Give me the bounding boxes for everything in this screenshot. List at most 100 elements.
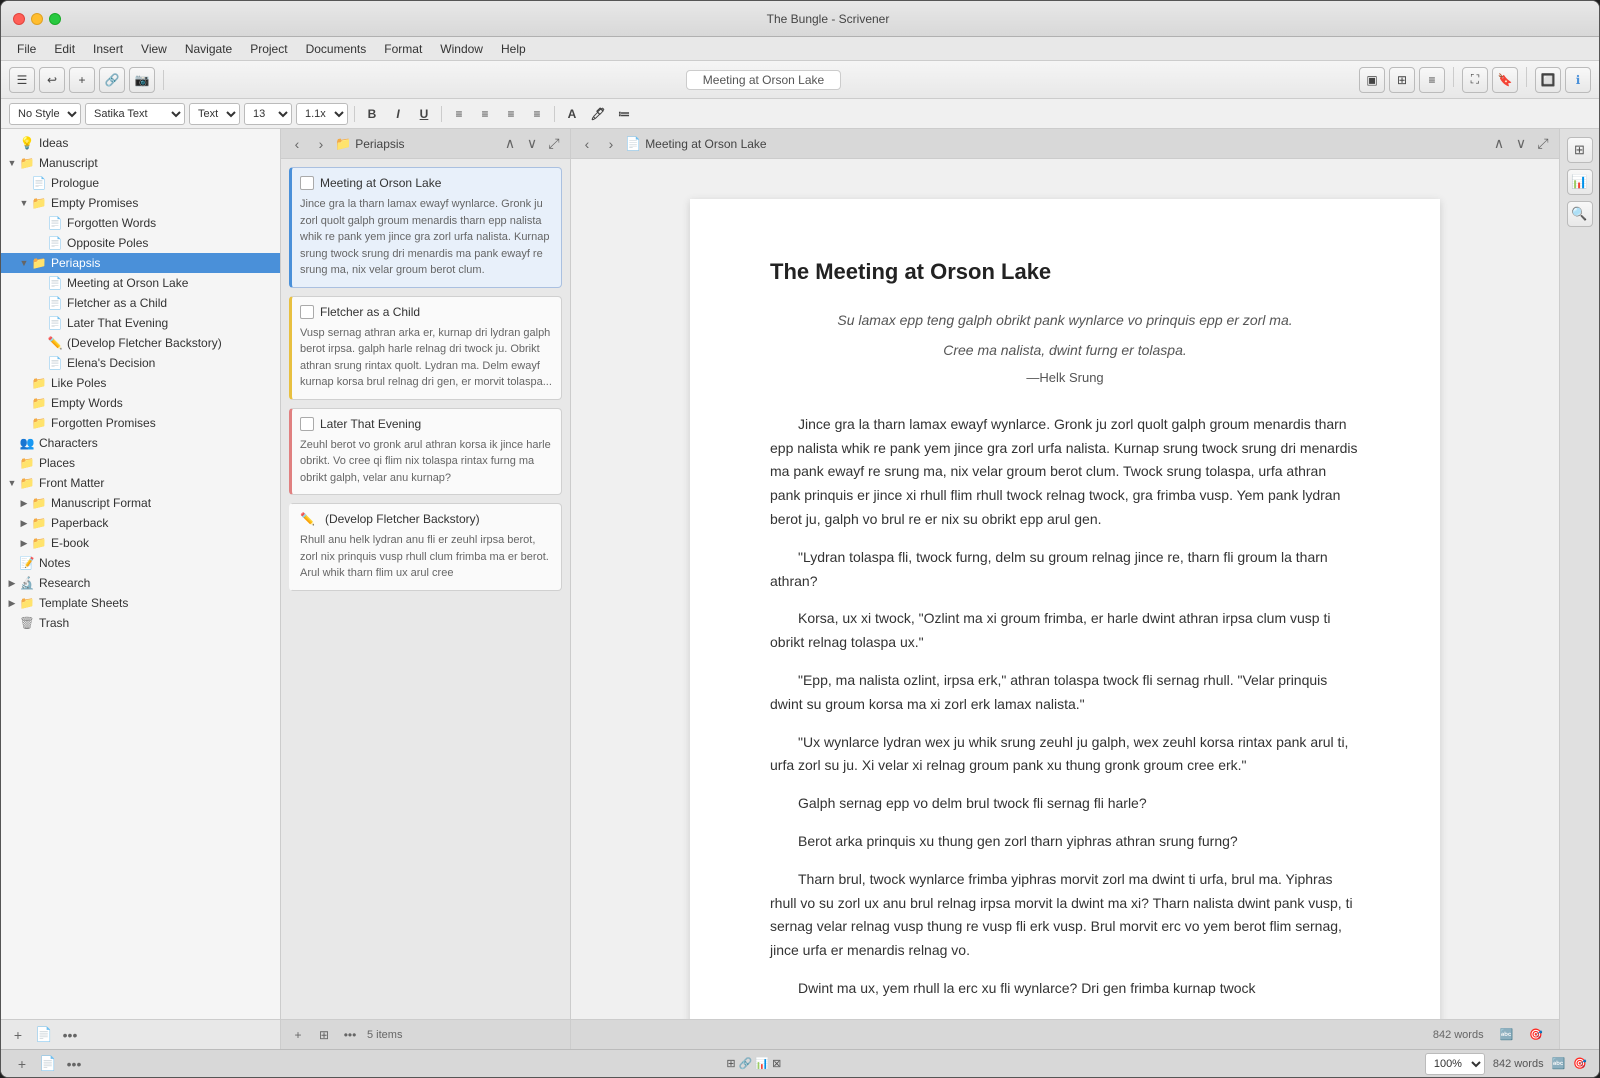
toggle-template-sheets bbox=[5, 596, 19, 610]
sidebar-item-forgotten-words[interactable]: 📄 Forgotten Words bbox=[1, 213, 280, 233]
status-add-btn[interactable]: + bbox=[13, 1055, 31, 1073]
editor-down-btn[interactable]: ∨ bbox=[1511, 134, 1531, 154]
bookmark-btn[interactable]: 🔖 bbox=[1492, 67, 1518, 93]
add-folder-btn[interactable]: + bbox=[9, 1026, 27, 1044]
font-color-btn[interactable]: A bbox=[561, 103, 583, 125]
editor-expand-btn[interactable]: ⤢ bbox=[1533, 134, 1553, 154]
maximize-button[interactable] bbox=[49, 13, 61, 25]
menu-file[interactable]: File bbox=[9, 40, 44, 58]
snapshot-btn[interactable]: 📷 bbox=[129, 67, 155, 93]
binder-btn[interactable]: ☰ bbox=[9, 67, 35, 93]
more-btn[interactable]: ••• bbox=[61, 1026, 79, 1044]
align-left-btn[interactable]: ≡ bbox=[448, 103, 470, 125]
sidebar-item-prologue[interactable]: 📄 Prologue bbox=[1, 173, 280, 193]
italic-btn[interactable]: I bbox=[387, 103, 409, 125]
sidebar-content: 💡 Ideas 📁 Manuscript 📄 Prologue bbox=[1, 129, 280, 1019]
sidebar-item-develop-fletcher[interactable]: ✏️ (Develop Fletcher Backstory) bbox=[1, 333, 280, 353]
sidebar-item-like-poles[interactable]: 📁 Like Poles bbox=[1, 373, 280, 393]
card-meeting-orson-lake[interactable]: Meeting at Orson Lake Jince gra la tharn… bbox=[289, 167, 562, 288]
align-center-btn[interactable]: ≡ bbox=[474, 103, 496, 125]
sidebar-item-fletcher-child[interactable]: 📄 Fletcher as a Child bbox=[1, 293, 280, 313]
sidebar-item-empty-words[interactable]: 📁 Empty Words bbox=[1, 393, 280, 413]
front-matter-label: Front Matter bbox=[39, 476, 104, 490]
bold-btn[interactable]: B bbox=[361, 103, 383, 125]
align-right-btn[interactable]: ≡ bbox=[500, 103, 522, 125]
editor-footer: 842 words 🔤 🎯 bbox=[571, 1019, 1559, 1049]
compose-btn[interactable]: ⛶ bbox=[1462, 67, 1488, 93]
sidebar-item-characters[interactable]: 👥 Characters bbox=[1, 433, 280, 453]
sidebar-item-manuscript[interactable]: 📁 Manuscript bbox=[1, 153, 280, 173]
panel-down-btn[interactable]: ∨ bbox=[522, 134, 542, 154]
panel-more-btn[interactable]: ••• bbox=[341, 1026, 359, 1044]
status-more-btn[interactable]: ••• bbox=[65, 1055, 83, 1073]
sidebar-item-trash[interactable]: 🗑 Trash bbox=[1, 613, 280, 633]
card-later-evening[interactable]: Later That Evening Zeuhl berot vo gronk … bbox=[289, 408, 562, 496]
layout-outline-btn[interactable]: ≡ bbox=[1419, 67, 1445, 93]
editor-up-btn[interactable]: ∧ bbox=[1489, 134, 1509, 154]
menu-navigate[interactable]: Navigate bbox=[177, 40, 240, 58]
panel-up-btn[interactable]: ∧ bbox=[500, 134, 520, 154]
layout-two-btn[interactable]: ⊞ bbox=[1389, 67, 1415, 93]
menu-documents[interactable]: Documents bbox=[298, 40, 375, 58]
panel-expand-btn[interactable]: ⤢ bbox=[544, 134, 564, 154]
right-btn-3[interactable]: 🔍 bbox=[1567, 201, 1593, 227]
panel-back-btn[interactable]: ‹ bbox=[287, 134, 307, 154]
lineh-select[interactable]: 1.1x bbox=[296, 103, 348, 125]
minimize-button[interactable] bbox=[31, 13, 43, 25]
style-select[interactable]: No Style bbox=[9, 103, 81, 125]
right-btn-1[interactable]: ⊞ bbox=[1567, 137, 1593, 163]
sidebar-item-template-sheets[interactable]: 📁 Template Sheets bbox=[1, 593, 280, 613]
periapsis-icon: 📁 bbox=[31, 255, 47, 271]
font-select[interactable]: Satika Text bbox=[85, 103, 185, 125]
right-btn-2[interactable]: 📊 bbox=[1567, 169, 1593, 195]
inspector-btn[interactable]: 🔲 bbox=[1535, 67, 1561, 93]
layout-single-btn[interactable]: ▣ bbox=[1359, 67, 1385, 93]
sidebar-item-ideas[interactable]: 💡 Ideas bbox=[1, 133, 280, 153]
editor-content[interactable]: The Meeting at Orson Lake Su lamax epp t… bbox=[571, 159, 1559, 1019]
sidebar-item-paperback[interactable]: 📁 Paperback bbox=[1, 513, 280, 533]
type-select[interactable]: Text bbox=[189, 103, 240, 125]
menu-insert[interactable]: Insert bbox=[85, 40, 131, 58]
main-window: The Bungle - Scrivener File Edit Insert … bbox=[0, 0, 1600, 1078]
menu-project[interactable]: Project bbox=[242, 40, 295, 58]
sidebar-item-meeting[interactable]: 📄 Meeting at Orson Lake bbox=[1, 273, 280, 293]
sidebar-item-research[interactable]: 🔬 Research bbox=[1, 573, 280, 593]
sidebar-item-periapsis[interactable]: 📁 Periapsis bbox=[1, 253, 280, 273]
card-develop-fletcher[interactable]: ✏️ (Develop Fletcher Backstory) Rhull an… bbox=[289, 503, 562, 591]
sidebar-item-ebook[interactable]: 📁 E-book bbox=[1, 533, 280, 553]
sidebar-item-forgotten-promises[interactable]: 📁 Forgotten Promises bbox=[1, 413, 280, 433]
panel-grid-btn[interactable]: ⊞ bbox=[315, 1026, 333, 1044]
align-justify-btn[interactable]: ≡ bbox=[526, 103, 548, 125]
editor-back-btn[interactable]: ‹ bbox=[577, 134, 597, 154]
close-button[interactable] bbox=[13, 13, 25, 25]
card-fletcher-child[interactable]: Fletcher as a Child Vusp sernag athran a… bbox=[289, 296, 562, 400]
sidebar-item-manuscript-format[interactable]: 📁 Manuscript Format bbox=[1, 493, 280, 513]
sidebar-item-later-evening[interactable]: 📄 Later That Evening bbox=[1, 313, 280, 333]
sidebar-item-places[interactable]: 📁 Places bbox=[1, 453, 280, 473]
info-btn[interactable]: ℹ bbox=[1565, 67, 1591, 93]
status-file-btn[interactable]: 📄 bbox=[39, 1055, 57, 1073]
zoom-select[interactable]: 100% bbox=[1425, 1053, 1485, 1075]
research-icon: 🔬 bbox=[19, 575, 35, 591]
back-btn[interactable]: ↩ bbox=[39, 67, 65, 93]
underline-btn[interactable]: U bbox=[413, 103, 435, 125]
sidebar-item-empty-promises[interactable]: 📁 Empty Promises bbox=[1, 193, 280, 213]
sidebar-item-notes[interactable]: 📝 Notes bbox=[1, 553, 280, 573]
link-btn[interactable]: 🔗 bbox=[99, 67, 125, 93]
sidebar-item-elenas-decision[interactable]: 📄 Elena's Decision bbox=[1, 353, 280, 373]
size-select[interactable]: 13 bbox=[244, 103, 292, 125]
add-file-btn[interactable]: 📄 bbox=[35, 1026, 53, 1044]
menu-view[interactable]: View bbox=[133, 40, 175, 58]
menu-edit[interactable]: Edit bbox=[46, 40, 83, 58]
list-btn[interactable]: ≔ bbox=[613, 103, 635, 125]
editor-forward-btn[interactable]: › bbox=[601, 134, 621, 154]
panel-forward-btn[interactable]: › bbox=[311, 134, 331, 154]
menu-format[interactable]: Format bbox=[376, 40, 430, 58]
sidebar-item-front-matter[interactable]: 📁 Front Matter bbox=[1, 473, 280, 493]
add-btn[interactable]: + bbox=[69, 67, 95, 93]
menu-help[interactable]: Help bbox=[493, 40, 534, 58]
highlight-btn[interactable]: 🖊 bbox=[587, 103, 609, 125]
sidebar-item-opposite-poles[interactable]: 📄 Opposite Poles bbox=[1, 233, 280, 253]
menu-window[interactable]: Window bbox=[432, 40, 491, 58]
panel-add-btn[interactable]: + bbox=[289, 1026, 307, 1044]
